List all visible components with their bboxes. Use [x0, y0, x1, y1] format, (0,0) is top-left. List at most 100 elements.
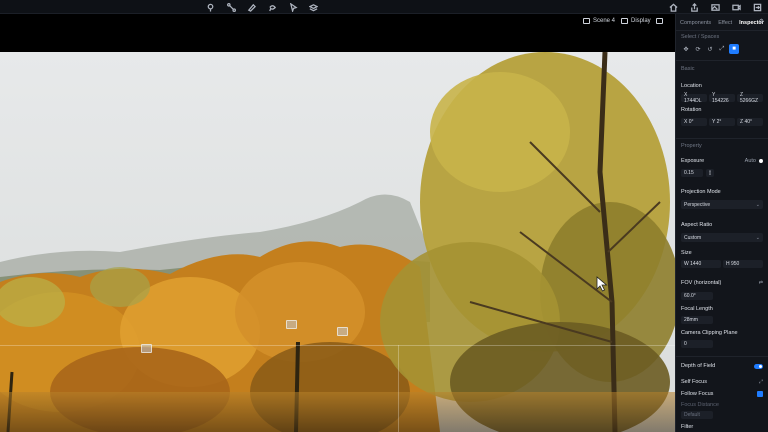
- settings-icon[interactable]: ⚙: [759, 18, 764, 25]
- scene-label: Scene 4: [593, 18, 616, 24]
- display-selector[interactable]: Display: [621, 18, 651, 24]
- projection-label: Projection Mode: [681, 189, 721, 195]
- menu-icon: [656, 18, 663, 24]
- pointer-icon[interactable]: [288, 2, 298, 12]
- self-focus-row: Self Focus ⤢: [681, 379, 763, 385]
- aspect-value: Custom: [684, 234, 702, 241]
- path-icon[interactable]: [226, 2, 236, 12]
- camera-handle[interactable]: [141, 344, 152, 353]
- fov-row: FOV (horizontal) ⇄: [681, 280, 763, 286]
- viewport-header: [0, 14, 675, 52]
- pin-icon[interactable]: [205, 2, 215, 12]
- frame-guide-vertical: [398, 345, 399, 432]
- panel-tabs: Components Effect Inspector ⚙: [680, 18, 766, 28]
- rotation-x-field[interactable]: X 0°: [681, 118, 707, 126]
- lasso-icon[interactable]: [267, 2, 277, 12]
- focus-distance-row: Default: [681, 411, 763, 419]
- section-property: Property: [681, 143, 702, 149]
- camera-mode-icon[interactable]: ■: [729, 44, 739, 54]
- exposure-label: Exposure: [681, 158, 705, 164]
- fov-input-row: 60.0°: [681, 292, 763, 300]
- dof-toggle[interactable]: [754, 363, 763, 369]
- location-z-field[interactable]: Z 5266GZ: [737, 92, 763, 104]
- top-toolbar: [0, 0, 768, 14]
- scene-selector[interactable]: Scene 4: [583, 18, 615, 24]
- rotation-y-field[interactable]: Y 2°: [709, 118, 735, 126]
- location-fields: X 1744DL Y 154226 Z 5266GZ: [681, 92, 763, 104]
- mouse-cursor-icon: [596, 276, 608, 297]
- tab-components[interactable]: Components: [680, 20, 711, 26]
- focal-label: Focal Length: [681, 306, 713, 312]
- move-icon[interactable]: ✥: [681, 44, 691, 54]
- chevron-down-icon: ⌄: [755, 201, 760, 208]
- export-icon[interactable]: [752, 2, 762, 12]
- location-x-field[interactable]: X 1744DL: [681, 92, 707, 104]
- scale-icon[interactable]: ⤢: [717, 44, 727, 54]
- divider: [676, 30, 768, 31]
- rotation-z-field[interactable]: Z 40°: [737, 118, 763, 126]
- inspector-panel: Components Effect Inspector ⚙ Select / S…: [675, 14, 768, 432]
- focus-distance-field[interactable]: Default: [681, 411, 713, 419]
- layers-icon[interactable]: [308, 2, 318, 12]
- display-icon: [621, 18, 628, 24]
- focus-distance-label: Focus Distance: [681, 402, 719, 408]
- follow-focus-row: Follow Focus: [681, 391, 763, 397]
- fov-field[interactable]: 60.0°: [681, 292, 713, 300]
- scene-icon: [583, 18, 590, 24]
- location-y-field[interactable]: Y 154226: [709, 92, 735, 104]
- camera-handle[interactable]: [286, 320, 297, 329]
- expand-icon[interactable]: ⤢: [759, 379, 763, 385]
- projection-value: Perspective: [684, 201, 711, 208]
- display-label: Display: [631, 18, 651, 24]
- exposure-mode: Auto: [744, 158, 756, 164]
- section-basic: Basic: [681, 66, 695, 72]
- brush-icon[interactable]: [246, 2, 256, 12]
- chevron-down-icon: ⌄: [755, 234, 760, 241]
- follow-focus-checkbox[interactable]: [757, 391, 763, 397]
- aspect-label: Aspect Ratio: [681, 222, 713, 228]
- transform-mode-group: ✥ ⟳ ↺ ⤢ ■: [681, 44, 763, 54]
- undo-icon[interactable]: ↺: [705, 44, 715, 54]
- image-icon[interactable]: [710, 2, 720, 12]
- viewport-menu[interactable]: [656, 18, 663, 24]
- rotation-fields: X 0° Y 2° Z 40°: [681, 118, 763, 126]
- aspect-select[interactable]: Custom ⌄: [681, 233, 763, 242]
- exposure-input-row: 0.15 ▯: [681, 169, 763, 177]
- follow-focus-label: Follow Focus: [681, 391, 714, 397]
- tab-effect[interactable]: Effect: [718, 20, 732, 26]
- clip-field[interactable]: 0: [681, 340, 713, 348]
- viewport-scene[interactable]: [0, 52, 675, 432]
- focal-field[interactable]: 28mm: [681, 316, 713, 324]
- dof-label: Depth of Field: [681, 363, 716, 369]
- exposure-lock-icon[interactable]: ▯: [706, 169, 714, 177]
- exposure-row: Exposure Auto: [681, 158, 763, 164]
- share-icon[interactable]: [689, 2, 699, 12]
- fov-label: FOV (horizontal): [681, 280, 722, 286]
- exposure-field[interactable]: 0.15: [681, 169, 703, 177]
- projection-select[interactable]: Perspective ⌄: [681, 200, 763, 209]
- focal-input-row: 28mm: [681, 316, 763, 324]
- frame-guide-horizontal: [0, 345, 675, 346]
- video-icon[interactable]: [731, 2, 741, 12]
- rotation-label: Rotation: [681, 107, 702, 113]
- size-fields: W 1440 H 950: [681, 260, 763, 268]
- divider: [676, 60, 768, 61]
- forest-image: [0, 52, 675, 432]
- home-icon[interactable]: [668, 2, 678, 12]
- size-w-field[interactable]: W 1440: [681, 260, 721, 268]
- size-label: Size: [681, 250, 692, 256]
- self-focus-label: Self Focus: [681, 379, 707, 385]
- rotate-icon[interactable]: ⟳: [693, 44, 703, 54]
- dof-row: Depth of Field: [681, 363, 763, 369]
- clip-label: Camera Clipping Plane: [681, 330, 738, 336]
- link-icon[interactable]: ⇄: [759, 280, 763, 286]
- exposure-auto[interactable]: Auto: [745, 158, 763, 164]
- clip-input-row: 0: [681, 340, 763, 348]
- camera-handle[interactable]: [337, 327, 348, 336]
- select-spaces-label: Select / Spaces: [681, 34, 720, 40]
- divider: [676, 138, 768, 139]
- size-h-field[interactable]: H 950: [723, 260, 763, 268]
- auto-radio[interactable]: [759, 159, 763, 163]
- divider: [676, 356, 768, 357]
- filter-label: Filter: [681, 424, 694, 430]
